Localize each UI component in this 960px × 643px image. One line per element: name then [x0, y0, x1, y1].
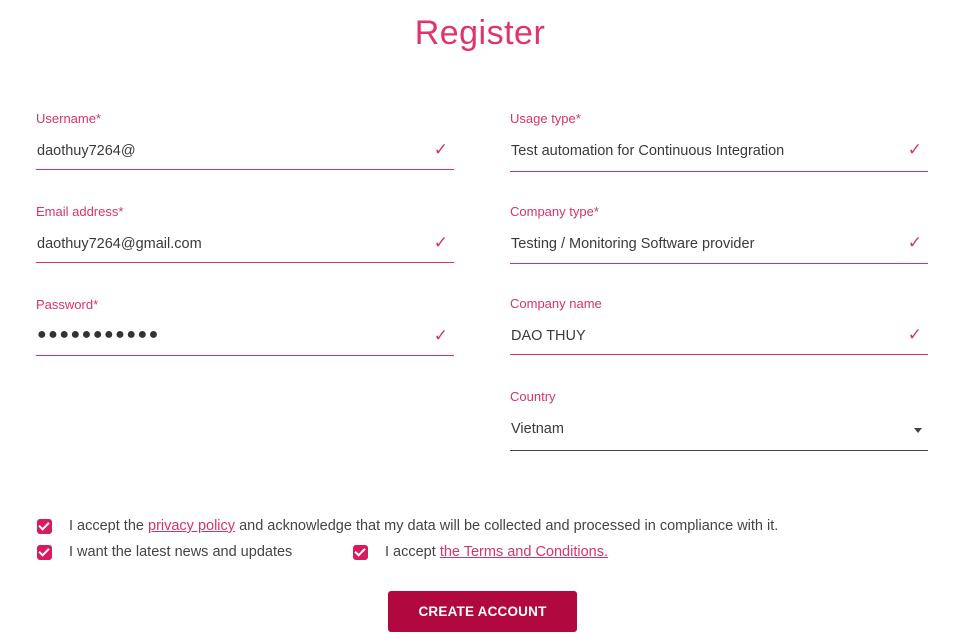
- password-value: ●●●●●●●●●●●: [37, 326, 160, 343]
- usage-type-label: Usage type*: [510, 111, 581, 126]
- privacy-policy-link[interactable]: privacy policy: [148, 518, 235, 534]
- valid-check-icon: ✓: [907, 140, 922, 159]
- country-field: Country Vietnam: [510, 389, 928, 451]
- usage-type-input[interactable]: Test automation for Continuous Integrati…: [510, 139, 928, 172]
- valid-check-icon: ✓: [433, 233, 448, 252]
- news-checkbox[interactable]: [37, 544, 52, 560]
- country-label: Country: [510, 389, 556, 404]
- company-type-value: Testing / Monitoring Software provider: [511, 236, 755, 252]
- country-select[interactable]: Vietnam: [510, 417, 928, 451]
- valid-check-icon: ✓: [433, 326, 448, 345]
- country-value: Vietnam: [511, 421, 564, 437]
- create-account-button[interactable]: CREATE ACCOUNT: [388, 591, 577, 632]
- username-field: Username* daothuy7264@ ✓: [36, 111, 454, 170]
- news-label: I want the latest news and updates: [69, 544, 293, 560]
- privacy-consent: I accept the privacy policy and acknowle…: [37, 518, 778, 534]
- company-type-input[interactable]: Testing / Monitoring Software provider ✓: [510, 232, 928, 264]
- username-input[interactable]: daothuy7264@ ✓: [36, 139, 454, 170]
- company-name-field: Company name DAO THUY ✓: [510, 296, 928, 355]
- terms-link[interactable]: the Terms and Conditions.: [440, 544, 608, 560]
- email-label: Email address*: [36, 204, 124, 219]
- company-type-field: Company type* Testing / Monitoring Softw…: [510, 204, 928, 264]
- valid-check-icon: ✓: [433, 140, 448, 159]
- company-name-input[interactable]: DAO THUY ✓: [510, 324, 928, 355]
- privacy-suffix: and acknowledge that my data will be col…: [239, 518, 779, 534]
- usage-type-value: Test automation for Continuous Integrati…: [511, 143, 785, 159]
- email-field: Email address* daothuy7264@gmail.com ✓: [36, 204, 454, 263]
- usage-type-field: Usage type* Test automation for Continuo…: [510, 111, 928, 172]
- username-value: daothuy7264@: [37, 143, 136, 159]
- email-input[interactable]: daothuy7264@gmail.com ✓: [36, 232, 454, 263]
- terms-prefix: I accept: [385, 544, 436, 560]
- username-label: Username*: [36, 111, 102, 126]
- terms-checkbox[interactable]: [353, 544, 368, 560]
- password-field: Password* ●●●●●●●●●●● ✓: [36, 297, 454, 356]
- password-label: Password*: [36, 297, 99, 312]
- privacy-checkbox[interactable]: [37, 518, 52, 534]
- privacy-prefix: I accept the: [69, 518, 144, 534]
- company-name-value: DAO THUY: [511, 328, 586, 344]
- password-input[interactable]: ●●●●●●●●●●● ✓: [36, 325, 454, 356]
- valid-check-icon: ✓: [907, 233, 922, 252]
- valid-check-icon: ✓: [907, 325, 922, 344]
- page-title: Register: [414, 14, 546, 52]
- email-value: daothuy7264@gmail.com: [37, 236, 202, 252]
- company-name-label: Company name: [510, 296, 602, 311]
- news-consent: I want the latest news and updates: [37, 544, 292, 560]
- dropdown-caret-icon: [914, 428, 922, 433]
- terms-consent: I accept the Terms and Conditions.: [353, 544, 608, 560]
- company-type-label: Company type*: [510, 204, 599, 219]
